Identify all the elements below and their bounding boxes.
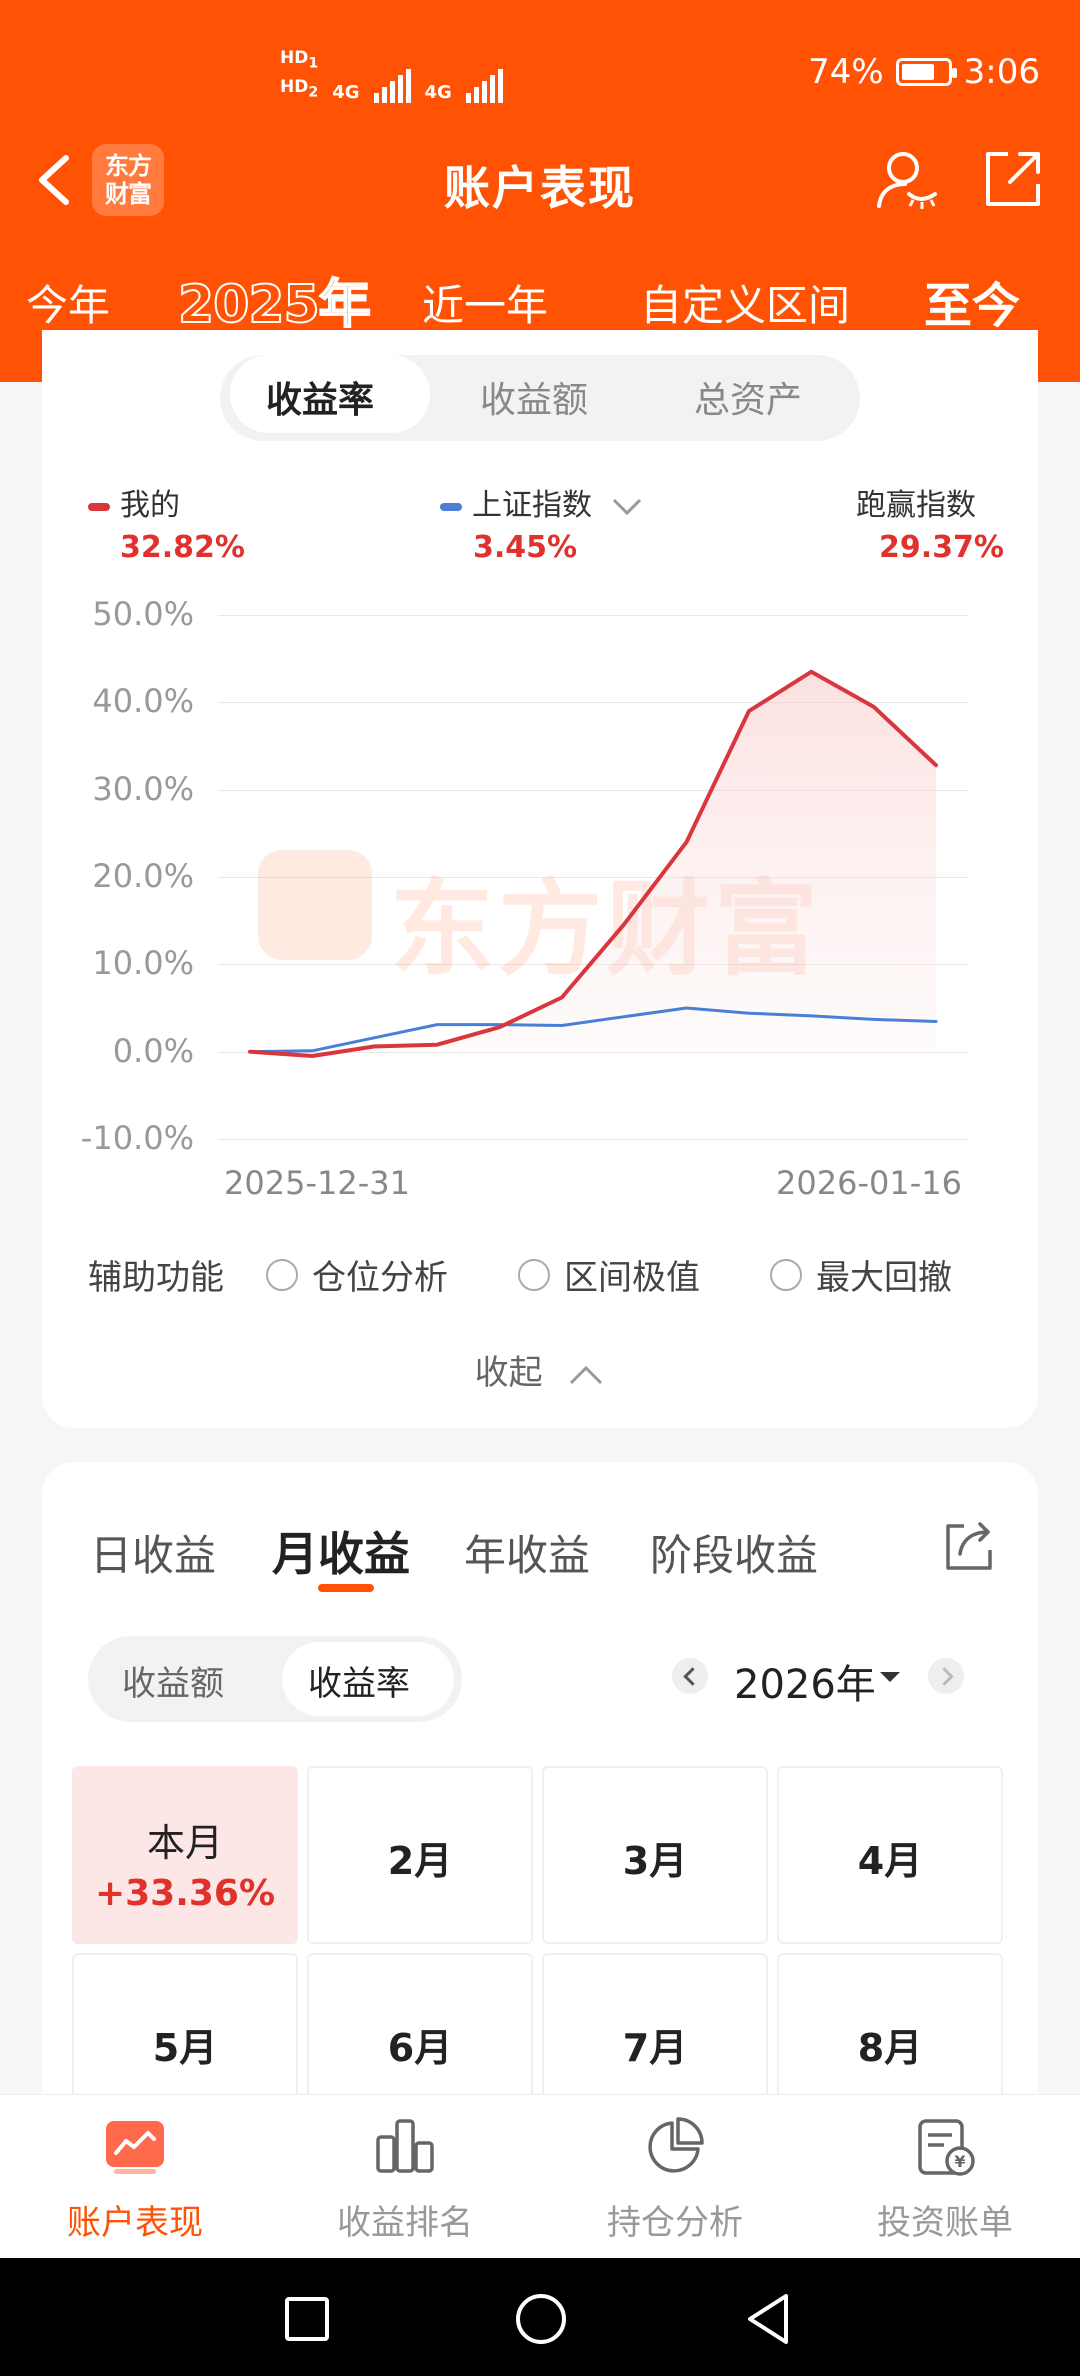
bottom-tab-investment-bill[interactable]: ¥ 投资账单 [810,2095,1080,2259]
tab-monthly-return[interactable]: 月收益 [272,1518,410,1584]
back-icon[interactable] [744,2292,792,2346]
caret-down-icon [880,1672,900,1682]
bottom-tab-account-performance[interactable]: 账户表现 [0,2095,270,2259]
return-tab-indicator [318,1584,374,1592]
tab-daily-return[interactable]: 日收益 [90,1522,216,1583]
x-tick-start: 2025-12-31 [224,1164,410,1202]
svg-text:¥: ¥ [954,2152,965,2171]
tab-yearly-return[interactable]: 年收益 [464,1522,590,1583]
month-cell[interactable]: 3月 [542,1766,768,1944]
bottom-tab-bar: 账户表现 收益排名 持仓分析 ¥ 投资账单 [0,2094,1080,2258]
radio-icon[interactable] [770,1258,802,1291]
bar-chart-icon [376,2119,434,2173]
aux-max-drawdown[interactable]: 最大回撤 [770,1250,952,1299]
recent-apps-icon[interactable] [284,2296,330,2342]
home-icon[interactable] [514,2292,568,2346]
performance-chart-icon [106,2121,164,2174]
pie-chart-icon [648,2117,704,2173]
x-tick-end: 2026-01-16 [776,1164,962,1202]
toggle-rate[interactable]: 收益率 [308,1656,410,1705]
amount-rate-toggle: 收益额 收益率 [88,1636,462,1722]
next-year-icon[interactable] [928,1658,964,1694]
toggle-amount[interactable]: 收益额 [122,1656,224,1705]
prev-year-icon[interactable] [672,1658,708,1694]
month-cell-current[interactable]: 本月 +33.36% [72,1766,298,1944]
year-selector[interactable]: 2026年 [734,1652,876,1710]
bill-icon: ¥ [918,2119,975,2176]
bottom-tab-return-ranking[interactable]: 收益排名 [270,2095,540,2259]
chevron-up-icon [570,1365,603,1384]
system-nav-bar [0,2258,1080,2376]
bottom-tab-holdings-analysis[interactable]: 持仓分析 [540,2095,810,2259]
month-cell[interactable]: 4月 [777,1766,1003,1944]
radio-icon[interactable] [518,1258,550,1291]
tab-stage-return[interactable]: 阶段收益 [650,1522,818,1583]
collapse-button[interactable]: 收起 [0,1345,1080,1394]
mine-area-fill [250,671,936,1056]
aux-label: 辅助功能 [88,1258,224,1298]
export-icon[interactable] [940,1518,996,1574]
radio-icon[interactable] [266,1258,298,1291]
aux-position-analysis[interactable]: 仓位分析 [266,1250,448,1299]
month-cell[interactable]: 2月 [307,1766,533,1944]
aux-range-extremes[interactable]: 区间极值 [518,1250,700,1299]
